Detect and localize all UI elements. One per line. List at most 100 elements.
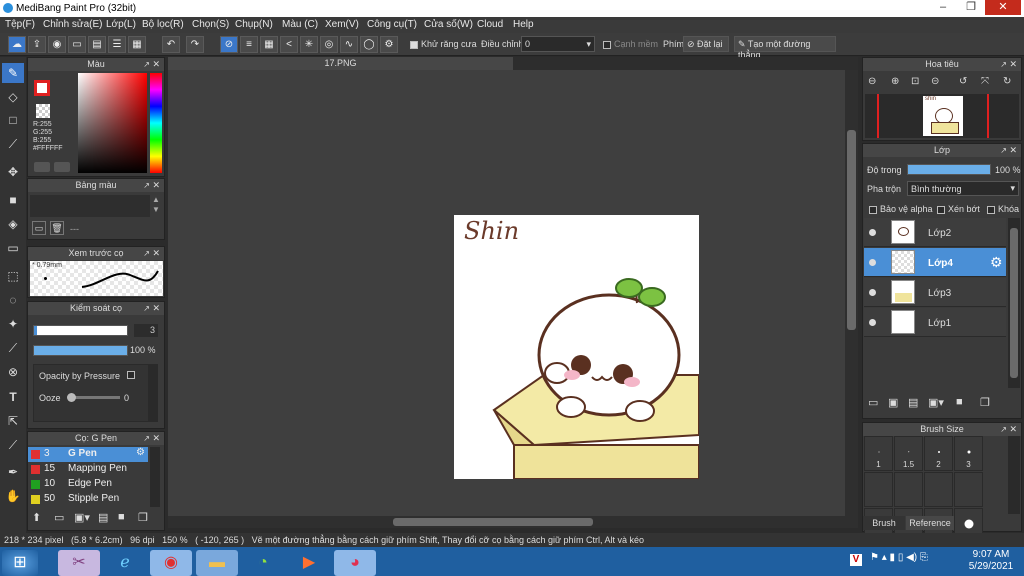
eye-icon[interactable] [869,259,876,266]
layer-row-lop3[interactable]: Lớp3 [864,278,1006,307]
delete-palette-icon[interactable]: 🗑 [50,221,64,235]
magic-wand-icon[interactable]: ✦ [2,314,24,334]
hue-slider[interactable] [150,73,162,173]
text-tool-icon[interactable]: T [2,387,24,407]
brush-item-g-pen[interactable]: 3 G Pen ⚙ [28,447,148,462]
brush-size-cell[interactable]: 3 [954,436,983,471]
maximize-button[interactable]: ❐ [958,0,984,15]
straight-line-button[interactable]: ✎ Tạo một đường thẳng [734,36,836,60]
brush-size-cell[interactable] [864,472,893,507]
circle-snap-icon[interactable]: ◯ [360,36,378,53]
protect-alpha-checkbox[interactable]: Bảo vệ alpha [869,204,933,214]
new-halftone-layer-icon[interactable]: ▣ [888,396,898,409]
duplicate-layer-icon[interactable]: ❐ [980,396,990,409]
parallel-snap-icon[interactable]: ≡ [240,36,258,53]
operation-tool-icon[interactable]: ⇱ [2,411,24,431]
snap-off-icon[interactable]: ⊘ [220,36,238,53]
lasso-select-icon[interactable]: ◌ [2,290,24,310]
correction-dropdown[interactable]: 0 ▾ [521,36,595,52]
tab-brush-size[interactable]: Brush Size [863,516,905,542]
taskbar-chrome-icon[interactable]: ◉ [150,550,192,576]
perspective-snap-icon[interactable]: < [280,36,298,53]
taskbar-app-icon[interactable]: ◔ [242,550,284,576]
brush-item-stipple-pen[interactable]: 50 Stipple Pen [28,492,148,507]
taskbar-ie-icon[interactable]: ℯ [104,550,146,576]
zoom-icon[interactable]: ⊝ [931,76,939,87]
menu-window[interactable]: Cửa số(W) [424,19,473,30]
layer-row-lop2[interactable]: Lớp2 [864,218,1006,247]
zoom-in-icon[interactable]: ⊕ [891,76,899,87]
palette-area[interactable] [30,195,150,217]
tray-icons[interactable]: ⚑ ▴ ▮ ▯ ◀) ⎘ [870,552,928,563]
menu-filter[interactable]: Bộ lọc(R) [142,19,184,30]
layer-folder-icon[interactable]: ■ [956,396,963,408]
hand-tool-icon[interactable]: ✋ [2,486,24,506]
taskbar-medibang-icon[interactable]: ◕ [334,550,376,576]
layer-row-lop1[interactable]: Lớp1 [864,308,1006,337]
brush-item-edge-pen[interactable]: 10 Edge Pen [28,477,148,492]
menu-color[interactable]: Màu (C) [282,19,318,30]
crosshatch-snap-icon[interactable]: ▦ [260,36,278,53]
soft-edge-checkbox[interactable]: Cạnh mềm [603,39,658,49]
reset-button[interactable]: ⊘ Đặt lại [683,36,729,52]
rotate-left-icon[interactable]: ↺ [959,76,967,87]
brush-size-cell[interactable] [954,472,983,507]
add-brush-icon[interactable]: ▭ [54,511,64,524]
clipping-checkbox[interactable]: Xén bớt [937,204,980,214]
menu-view[interactable]: Xem(V) [325,19,359,30]
settings-gear-icon[interactable]: ⚙ [380,36,398,53]
eye-icon[interactable] [869,289,876,296]
document-icon[interactable]: ▤ [88,36,106,53]
transparent-swatch[interactable] [36,104,50,118]
taskbar-explorer-icon[interactable]: ▬ [196,550,238,576]
brush-item-mapping-pen[interactable]: 15 Mapping Pen [28,462,148,477]
brush-size-slider[interactable] [33,325,128,336]
flip-icon[interactable]: ⤧ [981,76,989,87]
gradient-tool-icon[interactable]: ▭ [2,238,24,258]
zoom-out-icon[interactable]: ⊖ [868,76,876,87]
layer-opacity-slider[interactable] [907,164,991,175]
document-canvas[interactable]: Shin [454,215,699,479]
new-palette-icon[interactable]: ▭ [32,221,46,235]
opacity-pressure-checkbox[interactable] [127,371,135,379]
menu-tools[interactable]: Công cụ(T) [367,19,417,30]
foreground-color-swatch[interactable] [34,80,50,96]
eyedropper-icon[interactable]: ✒ [2,462,24,482]
brush-opacity-slider[interactable] [33,345,128,356]
bucket-tool-icon[interactable]: ◈ [2,214,24,234]
new-1bit-layer-icon[interactable]: ▤ [908,396,918,409]
close-button[interactable]: ✕ [985,0,1021,15]
brush-control-scrollbar[interactable] [148,364,157,422]
saturation-value-picker[interactable] [78,73,147,173]
tab-reference[interactable]: Reference [906,516,954,530]
brush-size-cell[interactable] [924,472,953,507]
taskbar-media-icon[interactable]: ▶ [288,550,330,576]
brush-size-scrollbar[interactable] [1008,436,1020,514]
cloud-icon[interactable]: ☁ [8,36,26,53]
brush-size-cell[interactable]: 2 [924,436,953,471]
line-tool-icon[interactable]: ⟋ [2,134,24,154]
layer-settings-gear-icon[interactable]: ⚙ [990,254,1003,271]
menu-layer[interactable]: Lớp(L) [106,19,136,30]
menu-help[interactable]: Help [513,19,534,30]
fit-icon[interactable]: ⊡ [911,76,919,87]
menu-select[interactable]: Chọn(S) [192,19,229,30]
color-mode-button[interactable] [34,162,50,172]
select-pen-icon[interactable]: ⟋ [2,338,24,358]
unikey-icon[interactable]: V [850,554,862,566]
document-tab[interactable]: 17.PNG [168,57,513,70]
brush-size-cell[interactable]: 1.5 [894,436,923,471]
ooze-slider[interactable] [67,393,120,402]
select-eraser-icon[interactable]: ⊗ [2,362,24,382]
comment-icon[interactable]: ◉ [48,36,66,53]
concentric-snap-icon[interactable]: ◎ [320,36,338,53]
grid-icon[interactable]: ▦ [128,36,146,53]
eye-icon[interactable] [869,319,876,326]
new-layer-icon[interactable]: ▭ [868,396,878,409]
duplicate-brush-icon[interactable]: ❐ [138,511,148,524]
canvas-horizontal-scrollbar[interactable] [168,516,858,528]
redo-icon[interactable]: ↷ [186,36,204,53]
menu-cloud[interactable]: Cloud [477,19,503,30]
curve-snap-icon[interactable]: ∿ [340,36,358,53]
minimize-button[interactable]: – [930,0,956,15]
